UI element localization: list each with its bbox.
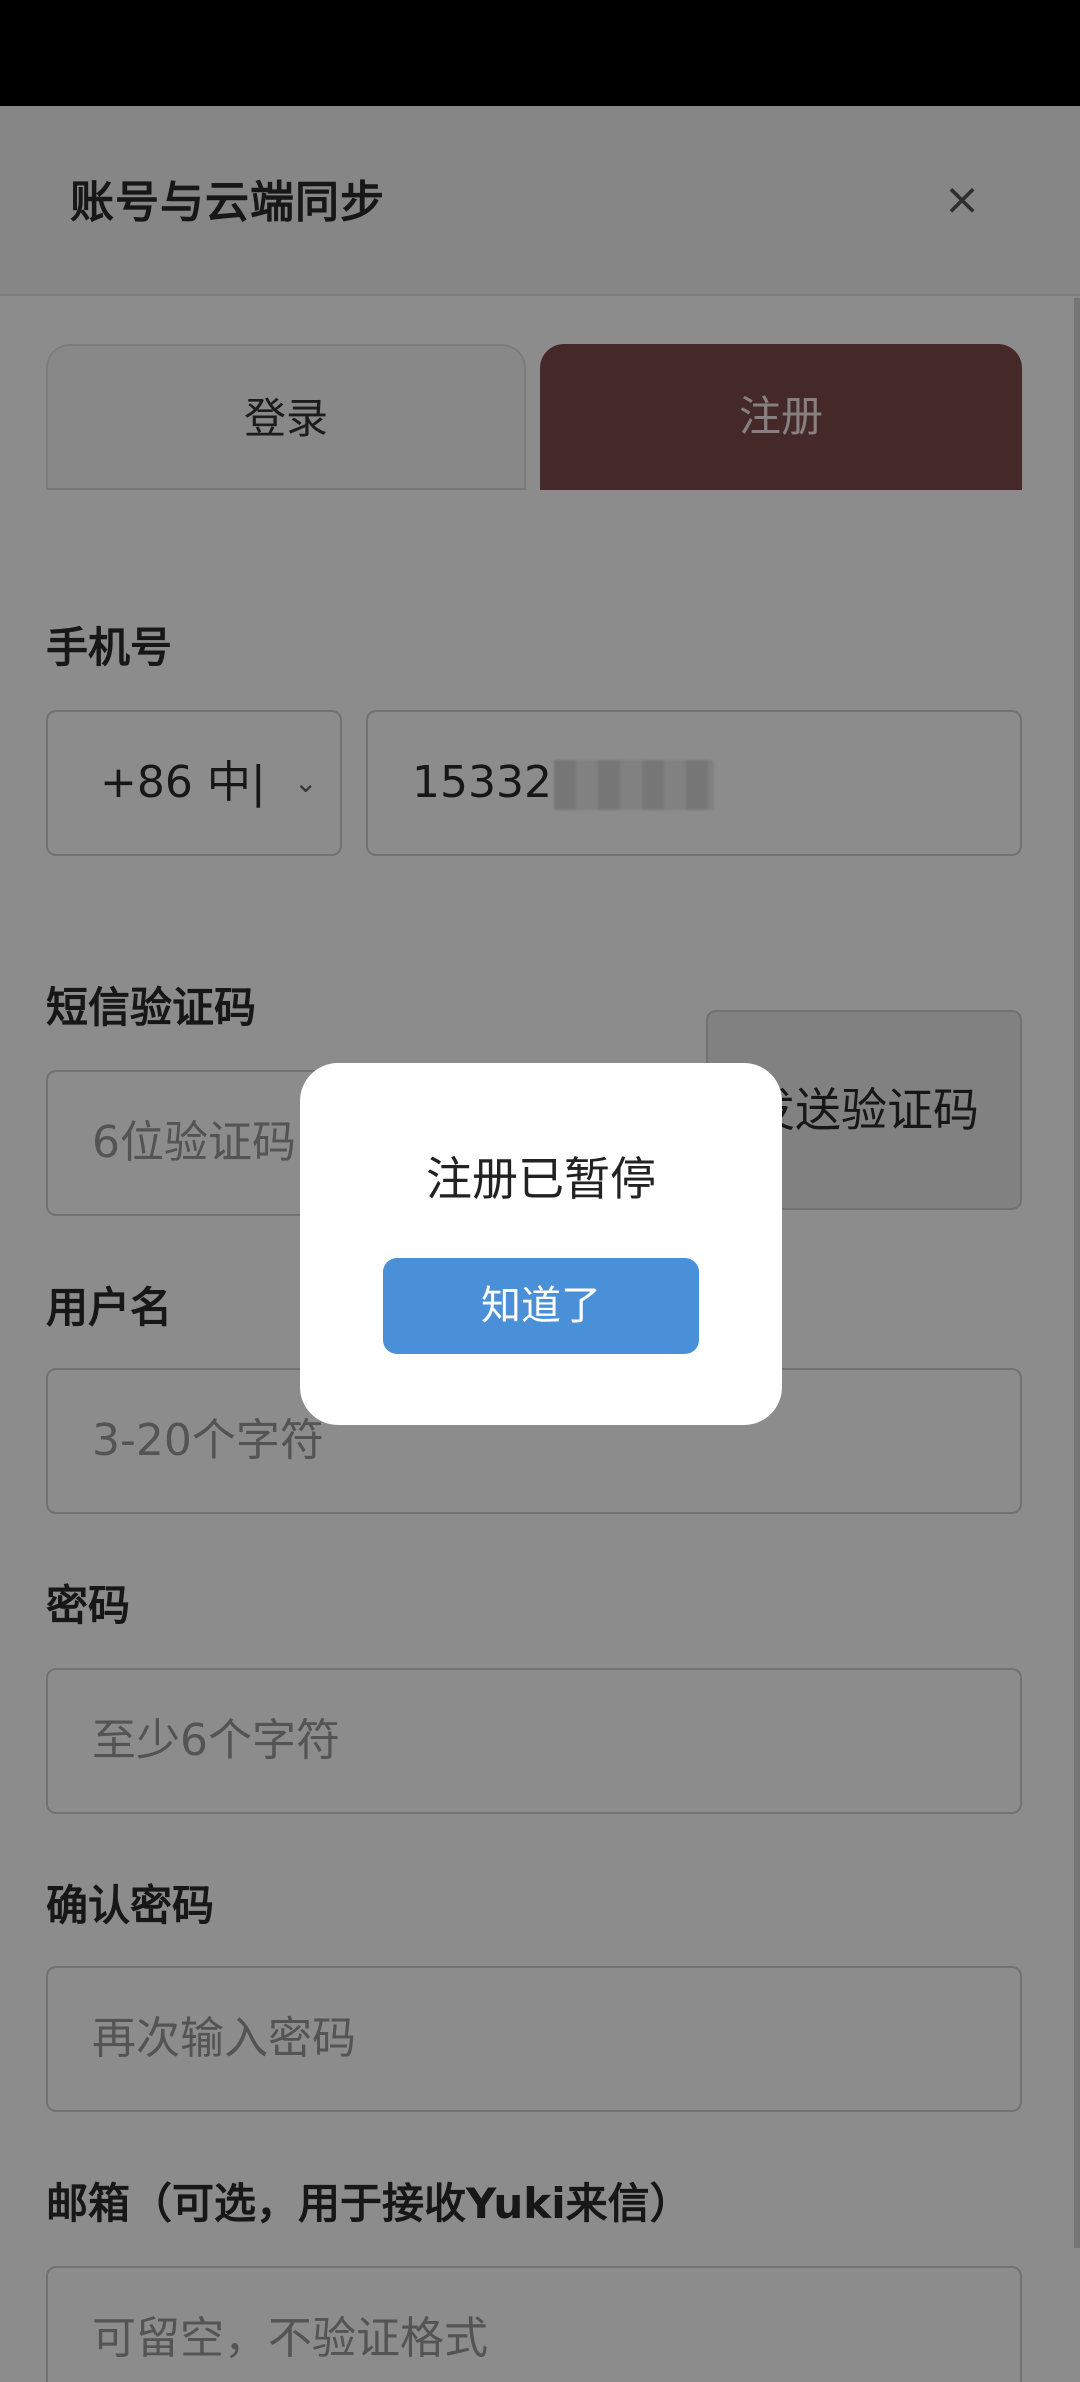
dialog-message: 注册已暂停 [426, 1152, 656, 1206]
dialog-confirm-button[interactable]: 知道了 [383, 1258, 699, 1354]
notice-dialog: 注册已暂停 知道了 [300, 1063, 782, 1425]
